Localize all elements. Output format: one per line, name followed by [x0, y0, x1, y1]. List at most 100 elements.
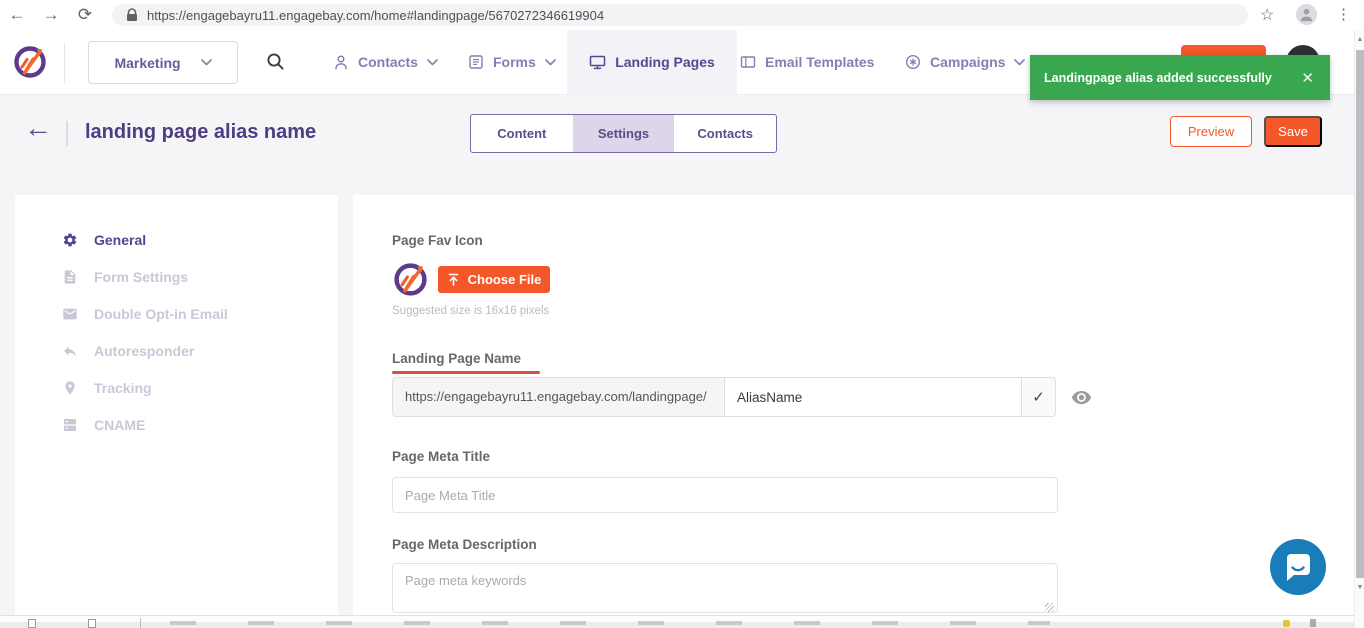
- settings-sidebar-list: General Form Settings Double Opt-in Emai…: [15, 195, 338, 443]
- chevron-down-icon: [201, 59, 212, 66]
- nav-item-forms[interactable]: Forms: [468, 30, 556, 94]
- bookmark-star-icon[interactable]: ☆: [1260, 5, 1274, 25]
- chevron-down-icon: [545, 59, 556, 66]
- tab-contacts[interactable]: Contacts: [674, 115, 776, 152]
- gear-icon: [62, 232, 78, 248]
- landing-page-name-row: https://engagebayru11.engagebay.com/land…: [392, 377, 1092, 417]
- sidebar-item-double-opt-in-email[interactable]: Double Opt-in Email: [62, 295, 338, 332]
- scroll-down-icon[interactable]: ▼: [1355, 582, 1364, 594]
- alias-name-input[interactable]: [725, 377, 1022, 417]
- clipped-dark-icon: [1310, 619, 1316, 627]
- nav-item-label: Landing Pages: [615, 54, 715, 70]
- choose-file-label: Choose File: [468, 272, 542, 287]
- reply-arrow-icon: [62, 343, 78, 359]
- contacts-person-icon: [333, 54, 349, 70]
- tab-content[interactable]: Content: [471, 115, 573, 152]
- clipped-background-row: [0, 615, 1354, 628]
- browser-menu-icon[interactable]: ⋮: [1336, 0, 1351, 30]
- clipped-text-marks: [170, 621, 1050, 625]
- nav-item-label: Contacts: [358, 54, 418, 70]
- person-icon: [1299, 7, 1314, 22]
- address-bar[interactable]: https://engagebayru11.engagebay.com/home…: [112, 4, 1248, 26]
- chat-bubble-icon: [1270, 539, 1326, 595]
- browser-back-icon[interactable]: ←: [0, 0, 34, 30]
- upload-icon: [447, 273, 460, 286]
- sidebar-item-form-settings[interactable]: Form Settings: [62, 258, 338, 295]
- nav-item-landing-pages[interactable]: Landing Pages: [567, 30, 737, 94]
- workspace-label: Marketing: [114, 55, 180, 71]
- chevron-down-icon: [427, 59, 438, 66]
- nav-item-campaigns[interactable]: Campaigns: [905, 30, 1025, 94]
- clipped-checkbox: [28, 619, 36, 628]
- success-toast: Landingpage alias added successfully ✕: [1030, 55, 1330, 100]
- clipped-checkbox: [88, 619, 96, 628]
- choose-file-button[interactable]: Choose File: [438, 266, 550, 293]
- browser-reload-icon[interactable]: ⟳: [68, 0, 102, 30]
- sidebar-item-label: General: [94, 232, 146, 248]
- search-icon[interactable]: [266, 52, 285, 71]
- fav-icon-row: Choose File: [392, 261, 550, 298]
- scrollbar-thumb[interactable]: [1356, 50, 1364, 578]
- title-divider: [66, 121, 68, 146]
- sidebar-item-general[interactable]: General: [62, 221, 338, 258]
- nav-item-contacts[interactable]: Contacts: [333, 30, 438, 94]
- nav-item-label: Email Templates: [765, 54, 874, 70]
- browser-profile-avatar[interactable]: [1296, 4, 1317, 25]
- tab-settings[interactable]: Settings: [573, 115, 675, 152]
- page-scrollbar[interactable]: ▲ ▼: [1354, 30, 1364, 628]
- sidebar-item-label: Double Opt-in Email: [94, 306, 228, 322]
- browser-forward-icon[interactable]: →: [34, 0, 68, 30]
- editor-tabs: Content Settings Contacts: [470, 114, 777, 153]
- sidebar-item-label: Tracking: [94, 380, 152, 396]
- settings-sidebar: General Form Settings Double Opt-in Emai…: [15, 195, 338, 616]
- meta-description-label: Page Meta Description: [392, 537, 537, 552]
- sidebar-item-tracking[interactable]: Tracking: [62, 369, 338, 406]
- scroll-up-icon[interactable]: ▲: [1355, 34, 1364, 46]
- landing-pages-monitor-icon: [589, 54, 606, 70]
- lock-icon: [126, 8, 138, 22]
- envelope-icon: [62, 306, 78, 322]
- meta-description-textarea[interactable]: [392, 563, 1058, 613]
- settings-main-panel: Page Fav Icon Choose File Suggested size…: [353, 195, 1354, 616]
- location-pin-icon: [62, 380, 78, 396]
- back-arrow-icon[interactable]: ←: [24, 112, 52, 144]
- sidebar-item-label: CNAME: [94, 417, 145, 433]
- fav-icon-preview: [392, 261, 429, 298]
- preview-eye-icon[interactable]: [1071, 387, 1092, 408]
- engagebay-logo-icon[interactable]: [12, 44, 48, 80]
- server-icon: [62, 417, 78, 433]
- chat-widget-button[interactable]: [1270, 539, 1326, 595]
- sidebar-item-label: Autoresponder: [94, 343, 194, 359]
- chevron-down-icon: [1014, 59, 1025, 66]
- meta-title-label: Page Meta Title: [392, 449, 490, 464]
- page-title: landing page alias name: [85, 121, 316, 144]
- clipped-yellow-icon: [1283, 620, 1290, 627]
- confirm-alias-button[interactable]: ✓: [1022, 377, 1056, 417]
- email-templates-icon: [740, 54, 756, 70]
- nav-item-email-templates[interactable]: Email Templates: [740, 30, 874, 94]
- landing-page-name-label: Landing Page Name: [392, 351, 540, 374]
- sidebar-item-cname[interactable]: CNAME: [62, 406, 338, 443]
- sidebar-item-label: Form Settings: [94, 269, 188, 285]
- fav-icon-label: Page Fav Icon: [392, 233, 483, 248]
- url-text: https://engagebayru11.engagebay.com/home…: [147, 8, 604, 23]
- toast-message: Landingpage alias added successfully: [1044, 71, 1301, 85]
- nav-divider: [64, 43, 65, 83]
- url-prefix: https://engagebayru11.engagebay.com/land…: [392, 377, 725, 417]
- document-icon: [62, 269, 78, 285]
- fav-icon-hint: Suggested size is 16x16 pixels: [392, 305, 549, 317]
- preview-button[interactable]: Preview: [1170, 116, 1252, 147]
- toast-close-icon[interactable]: ✕: [1301, 69, 1314, 87]
- browser-toolbar: ← → ⟳ https://engagebayru11.engagebay.co…: [0, 0, 1364, 30]
- forms-icon: [468, 54, 484, 70]
- nav-item-label: Campaigns: [930, 54, 1005, 70]
- nav-item-label: Forms: [493, 54, 536, 70]
- meta-title-input[interactable]: [392, 477, 1058, 513]
- campaigns-icon: [905, 54, 921, 70]
- clipped-divider: [140, 618, 141, 628]
- save-button[interactable]: Save: [1264, 116, 1322, 147]
- workspace-dropdown[interactable]: Marketing: [88, 41, 238, 84]
- sidebar-item-autoresponder[interactable]: Autoresponder: [62, 332, 338, 369]
- check-icon: ✓: [1032, 388, 1045, 406]
- screen: ← → ⟳ https://engagebayru11.engagebay.co…: [0, 0, 1364, 628]
